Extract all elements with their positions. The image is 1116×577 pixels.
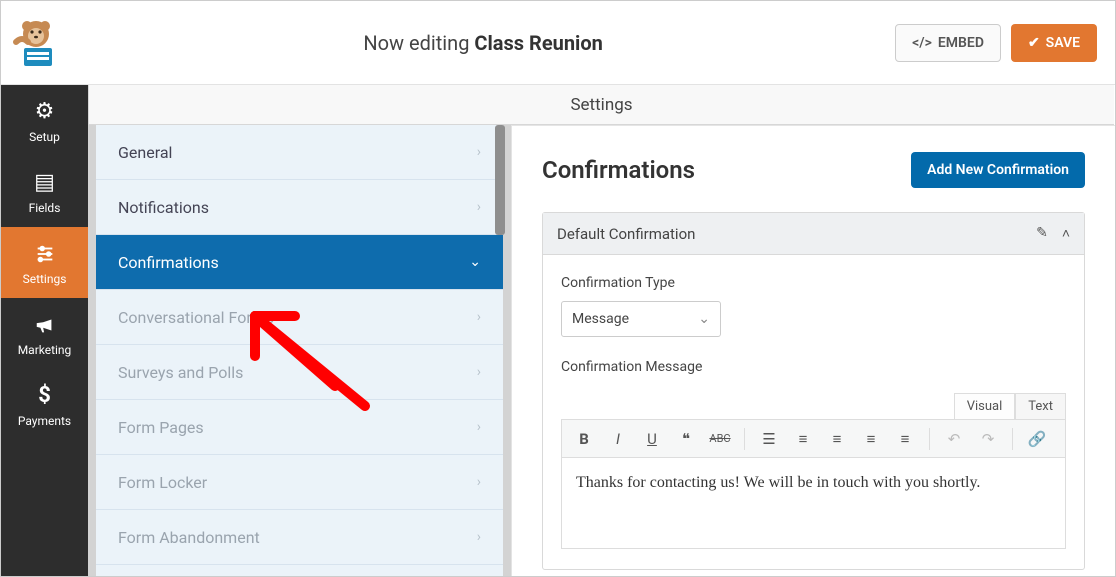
content-area: Confirmations Add New Confirmation Defau…: [511, 125, 1115, 576]
separator: [929, 428, 930, 450]
settings-item-label: Notifications: [118, 198, 209, 217]
chevron-right-icon: ›: [477, 364, 481, 380]
logo: [1, 16, 71, 70]
settings-list: General › Notifications › Confirmations …: [88, 125, 511, 576]
settings-item-label: General: [118, 143, 172, 162]
save-label: SAVE: [1046, 35, 1080, 51]
settings-item-label: Form Abandonment: [118, 528, 260, 547]
editing-prefix: Now editing: [363, 31, 469, 55]
rich-text-editor: B I U ❝ ABC ☰ ≡ ≡ ≡ ≡ ↶: [561, 419, 1066, 549]
nav-payments[interactable]: $ Payments: [1, 369, 88, 440]
settings-item-label: Confirmations: [118, 253, 219, 272]
add-confirmation-button[interactable]: Add New Confirmation: [911, 152, 1085, 188]
gear-icon: ⚙: [1, 99, 88, 124]
settings-item-label: Surveys and Polls: [118, 363, 243, 382]
editing-title: Now editing Class Reunion: [71, 31, 895, 55]
align-center-icon[interactable]: ≡: [859, 430, 883, 448]
editor-tabs: Visual Text: [561, 393, 1066, 419]
dollar-icon: $: [1, 383, 88, 408]
list-icon: ▤: [1, 170, 88, 195]
settings-pane: Settings General › Notifications › Confi…: [88, 85, 511, 576]
nav-label: Payments: [18, 414, 71, 428]
confirmation-type-select[interactable]: Message ⌄: [561, 301, 721, 337]
nav-label: Settings: [23, 272, 67, 286]
editor-body[interactable]: Thanks for contacting us! We will be in …: [562, 458, 1065, 548]
nav-settings[interactable]: Settings: [1, 227, 88, 298]
settings-item-form-locker[interactable]: Form Locker ›: [96, 455, 503, 510]
confirmation-type-label: Confirmation Type: [561, 275, 1066, 291]
underline-icon[interactable]: U: [640, 430, 664, 448]
form-name: Class Reunion: [474, 31, 602, 55]
settings-item-confirmations[interactable]: Confirmations ⌄: [96, 235, 503, 290]
chevron-down-icon: ⌄: [698, 311, 710, 327]
settings-item-form-pages[interactable]: Form Pages ›: [96, 400, 503, 455]
chevron-right-icon: ›: [477, 419, 481, 435]
bold-icon[interactable]: B: [572, 430, 596, 448]
chevron-down-icon: ⌄: [469, 254, 481, 270]
nav-label: Fields: [29, 201, 61, 215]
nav-setup[interactable]: ⚙ Setup: [1, 85, 88, 156]
top-header: Now editing Class Reunion </> EMBED ✔ SA…: [1, 1, 1115, 85]
confirmation-message-label: Confirmation Message: [561, 359, 1066, 375]
save-button[interactable]: ✔ SAVE: [1011, 24, 1097, 62]
embed-button[interactable]: </> EMBED: [895, 24, 1001, 62]
bullet-list-icon[interactable]: ☰: [757, 430, 781, 448]
tab-text[interactable]: Text: [1015, 393, 1066, 419]
nav-label: Setup: [29, 130, 60, 144]
settings-item-form-abandonment[interactable]: Form Abandonment ›: [96, 510, 503, 565]
sliders-icon: [1, 241, 88, 266]
pencil-icon[interactable]: ✎: [1036, 225, 1048, 242]
embed-label: EMBED: [938, 35, 984, 51]
chevron-right-icon: ›: [477, 474, 481, 490]
chevron-right-icon: ›: [477, 199, 481, 215]
panel-header[interactable]: Default Confirmation ✎ ˄: [543, 213, 1084, 255]
side-nav: ⚙ Setup ▤ Fields Settings Marketing: [1, 85, 88, 576]
chevron-up-icon[interactable]: ˄: [1062, 225, 1070, 242]
strike-icon[interactable]: ABC: [708, 432, 732, 445]
undo-icon[interactable]: ↶: [942, 430, 966, 448]
chevron-right-icon: ›: [477, 529, 481, 545]
check-icon: ✔: [1028, 35, 1040, 51]
settings-item-notifications[interactable]: Notifications ›: [96, 180, 503, 235]
settings-item-label: Form Pages: [118, 418, 204, 437]
chevron-right-icon: ›: [477, 309, 481, 325]
italic-icon[interactable]: I: [606, 430, 630, 448]
confirmation-panel: Default Confirmation ✎ ˄ Confirmation Ty…: [542, 212, 1085, 570]
settings-item-label: Conversational Forms: [118, 308, 274, 327]
select-value: Message: [572, 311, 629, 327]
align-left-icon[interactable]: ≡: [825, 430, 849, 448]
tab-visual[interactable]: Visual: [954, 393, 1016, 419]
scrollbar-thumb[interactable]: [495, 125, 505, 235]
settings-title: Settings: [88, 85, 1114, 125]
bear-mascot-icon: [9, 16, 63, 70]
number-list-icon[interactable]: ≡: [791, 430, 815, 448]
separator: [1012, 428, 1013, 450]
separator: [744, 428, 745, 450]
redo-icon[interactable]: ↷: [976, 430, 1000, 448]
settings-item-general[interactable]: General ›: [96, 125, 503, 180]
link-icon[interactable]: 🔗: [1025, 430, 1049, 448]
settings-item-surveys-polls[interactable]: Surveys and Polls ›: [96, 345, 503, 400]
nav-fields[interactable]: ▤ Fields: [1, 156, 88, 227]
nav-marketing[interactable]: Marketing: [1, 298, 88, 369]
chevron-right-icon: ›: [477, 144, 481, 160]
settings-item-label: Form Locker: [118, 473, 207, 492]
editor-toolbar: B I U ❝ ABC ☰ ≡ ≡ ≡ ≡ ↶: [562, 420, 1065, 458]
quote-icon[interactable]: ❝: [674, 430, 698, 448]
settings-item-conversational-forms[interactable]: Conversational Forms ›: [96, 290, 503, 345]
code-icon: </>: [912, 35, 932, 51]
page-heading: Confirmations: [542, 156, 695, 184]
panel-title: Default Confirmation: [557, 225, 695, 243]
nav-label: Marketing: [18, 343, 72, 357]
align-right-icon[interactable]: ≡: [893, 430, 917, 448]
bullhorn-icon: [1, 312, 88, 337]
